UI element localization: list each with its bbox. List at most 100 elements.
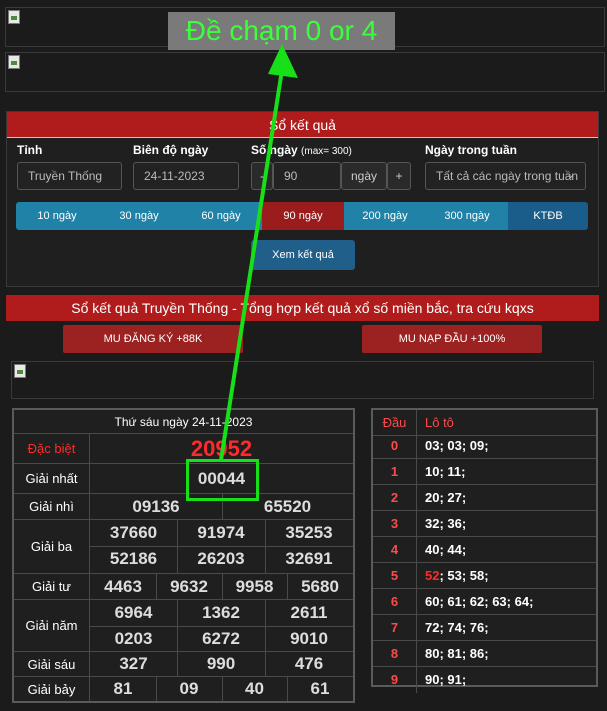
loto-dau: 5	[373, 563, 417, 589]
loto-values: 40; 44;	[425, 542, 467, 557]
loto-values: 03; 03; 09;	[425, 438, 489, 453]
prize-label-g6: Giải sáu	[14, 652, 90, 676]
table-row: 5 52; 53; 58;	[373, 563, 596, 589]
table-row: 8 80; 81; 86;	[373, 641, 596, 667]
weekday-select[interactable]: Tất cả các ngày trong tuần	[425, 162, 586, 190]
weekday-value: Tất cả các ngày trong tuần	[436, 169, 579, 183]
prize-label-g7: Giải bảy	[14, 677, 90, 701]
table-row: Đặc biệt 20952	[14, 434, 353, 464]
search-panel-title: Sổ kết quả	[7, 112, 598, 138]
loto-values: 80; 81; 86;	[425, 646, 489, 661]
loto-values: 52; 53; 58;	[425, 563, 489, 589]
view-results-button[interactable]: Xem kết quả	[251, 240, 355, 270]
table-row: 1 10; 11;	[373, 459, 596, 485]
chevron-down-icon: ⌄	[566, 169, 576, 181]
days-minus-button[interactable]: -	[251, 162, 273, 190]
loto-dau: 9	[373, 667, 417, 693]
prize-g7-value-2: 09	[179, 679, 199, 698]
results-table: Thứ sáu ngày 24-11-2023 Đặc biệt 20952 G…	[12, 408, 355, 703]
table-row: Giải nhất 00044	[14, 464, 353, 494]
days-input[interactable]: 90	[273, 162, 341, 190]
loto-dau: 3	[373, 511, 417, 537]
prize-g4-value-3: 9958	[235, 577, 274, 596]
prize-g5-value-3: 2611	[290, 603, 328, 622]
prize-g3-value-6: 32691	[285, 549, 333, 568]
loto-values: 60; 61; 62; 63; 64;	[425, 594, 534, 609]
province-label: Tỉnh	[17, 143, 43, 157]
loto-values-rest: ; 53; 58;	[439, 568, 489, 583]
table-row: 9 90; 91;	[373, 667, 596, 693]
loto-table: Đầu Lô tô 0 03; 03; 09; 1 10; 11; 2 20; 27;…	[371, 408, 598, 693]
tab-30-days[interactable]: 30 ngày	[98, 202, 180, 230]
table-row: Giải nhì 09136 65520	[14, 494, 353, 520]
loto-dau: 7	[373, 615, 417, 641]
table-row: Giải năm 6964 1362 2611 0203 6272 9010	[14, 600, 353, 652]
table-row: 7 72; 74; 76;	[373, 615, 596, 641]
table-row: 3 32; 36;	[373, 511, 596, 537]
prize-g5-value-4: 0203	[114, 629, 153, 648]
prize-g3-value-3: 35253	[285, 523, 333, 542]
promo-deposit-button[interactable]: MU NẠP ĐẦU +100%	[362, 325, 542, 353]
days-label-text: Số ngày	[251, 143, 298, 157]
prize-g5-value-2: 1362	[202, 603, 240, 622]
prize-g3-value-1: 37660	[109, 523, 158, 542]
prize-g5-value-6: 9010	[290, 629, 328, 648]
table-row: 0 03; 03; 09;	[373, 433, 596, 459]
loto-special-value: 52	[425, 568, 440, 583]
prize-g7-value-1: 81	[113, 679, 133, 698]
table-row: 2 20; 27;	[373, 485, 596, 511]
loto-values: 72; 74; 76;	[425, 620, 489, 635]
results-date-header: Thứ sáu ngày 24-11-2023	[14, 410, 353, 434]
prize-g4-value-2: 9632	[170, 577, 208, 596]
promo-register-button[interactable]: MU ĐĂNG KÝ +88K	[63, 325, 243, 353]
tab-ktdb[interactable]: KTĐB	[508, 202, 588, 230]
prize-g3-value-4: 52186	[109, 549, 158, 568]
prize-g3-value-5: 26203	[197, 549, 245, 568]
loto-dau: 4	[373, 537, 417, 563]
loto-values: 20; 27;	[425, 490, 467, 505]
table-row: 4 40; 44;	[373, 537, 596, 563]
broken-image-icon	[14, 364, 26, 378]
table-row: 6 60; 61; 62; 63; 64;	[373, 589, 596, 615]
highlight-box	[186, 459, 259, 501]
province-select[interactable]: Truyền Thống	[17, 162, 122, 190]
prize-g4-value-4: 5680	[301, 577, 339, 596]
prize-g7-value-4: 61	[310, 679, 330, 698]
loto-dau: 8	[373, 641, 417, 667]
broken-image-icon	[8, 55, 20, 69]
table-row: Giải bảy 81 09 40 61	[14, 677, 353, 701]
prize-label-g2: Giải nhì	[14, 494, 90, 519]
prize-g5-value-1: 6964	[114, 603, 153, 622]
tab-300-days[interactable]: 300 ngày	[426, 202, 508, 230]
range-date-input[interactable]: 24-11-2023	[133, 162, 239, 190]
prize-label-g5: Giải năm	[14, 600, 90, 651]
divider	[90, 546, 353, 547]
days-plus-button[interactable]: +	[387, 162, 411, 190]
prize-label-g3: Giải ba	[14, 520, 90, 573]
loto-values: 32; 36;	[425, 516, 467, 531]
table-row: Giải tư 4463 9632 9958 5680	[14, 574, 353, 600]
prize-label-db: Đặc biệt	[14, 434, 90, 463]
loto-values: 10; 11;	[425, 464, 466, 479]
prize-g6-value-1: 327	[119, 654, 148, 673]
loto-dau: 6	[373, 589, 417, 615]
ad-image	[11, 361, 594, 399]
weekday-label: Ngày trong tuần	[425, 143, 517, 157]
divider	[90, 626, 353, 627]
table-row: Giải ba 37660 91974 35253 52186 26203 32…	[14, 520, 353, 574]
tab-60-days[interactable]: 60 ngày	[180, 202, 262, 230]
tab-10-days[interactable]: 10 ngày	[16, 202, 98, 230]
tab-90-days[interactable]: 90 ngày	[262, 202, 344, 230]
days-unit: ngày	[341, 162, 387, 190]
days-hint: (max= 300)	[301, 146, 352, 157]
prize-g4-value-1: 4463	[104, 577, 142, 596]
prize-label-g4: Giải tư	[14, 574, 90, 599]
tab-200-days[interactable]: 200 ngày	[344, 202, 426, 230]
days-label: Số ngày (max= 300)	[251, 143, 352, 157]
prize-g6-value-3: 476	[294, 654, 324, 673]
prize-g6-value-2: 990	[206, 654, 236, 673]
loto-dau: 2	[373, 485, 417, 511]
top-banner-image-2	[5, 52, 605, 92]
prize-g7-value-3: 40	[245, 679, 264, 698]
day-range-tabs: 10 ngày 30 ngày 60 ngày 90 ngày 200 ngày…	[16, 202, 588, 230]
